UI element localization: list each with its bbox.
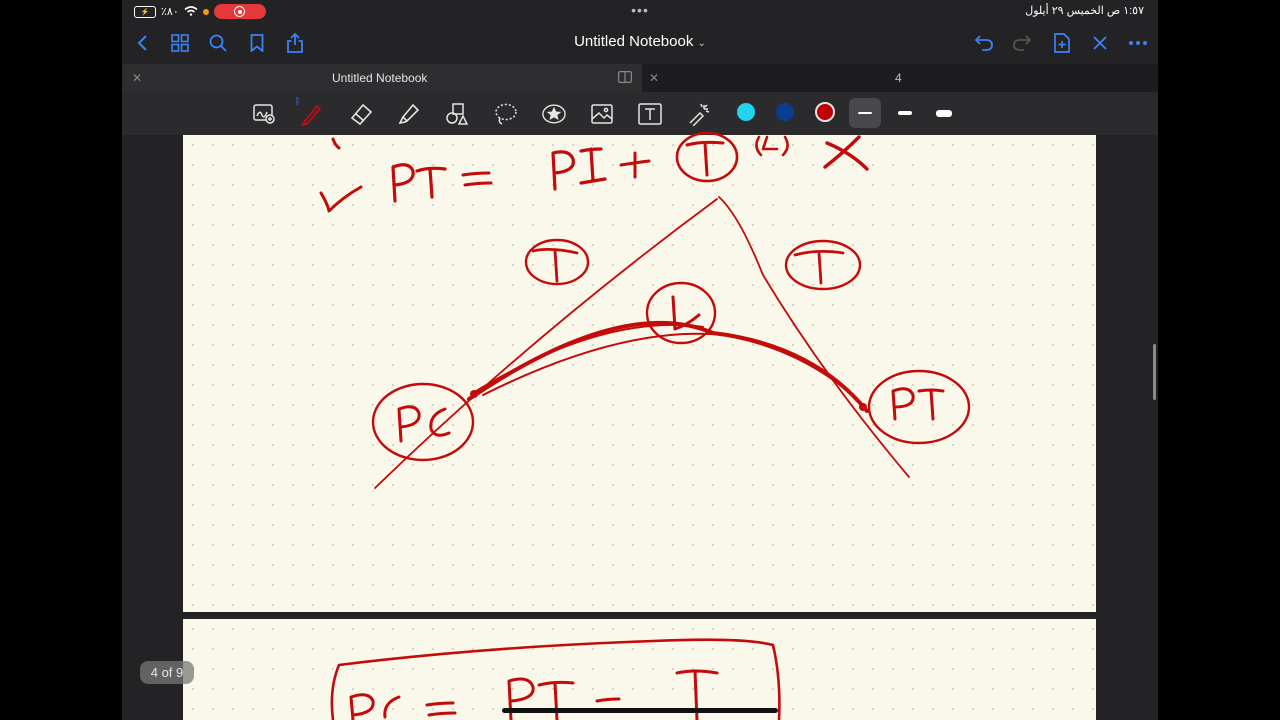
stroke-width-thin-icon [858, 112, 872, 114]
text-tool-icon[interactable] [638, 102, 662, 126]
color-swatch-cyan[interactable] [737, 103, 755, 121]
stroke-width-medium-icon[interactable] [898, 111, 912, 115]
split-view-icon[interactable] [618, 71, 633, 86]
page-indicator[interactable]: 4 of 9 [140, 661, 194, 684]
bluetooth-icon: ᛒ [295, 96, 301, 106]
color-swatch-red-selected[interactable] [815, 102, 835, 122]
redo-icon[interactable] [1010, 31, 1034, 55]
equals-sign [461, 171, 493, 187]
battery-level: ٪٨٠ [161, 6, 179, 18]
back-icon[interactable] [130, 31, 154, 55]
equals-sign [425, 701, 457, 717]
letter-c [383, 695, 401, 719]
forward-tangent-line [718, 196, 910, 478]
pen-tool-icon[interactable]: ᛒ [295, 96, 324, 126]
search-icon[interactable] [206, 31, 230, 55]
cross-mark [823, 135, 869, 171]
letter-p [349, 693, 375, 720]
close-icon[interactable] [1088, 31, 1112, 55]
letter-t-circled-top [685, 140, 725, 177]
nav-bar: Untitled Notebook ⌄ [122, 22, 1158, 62]
notebook-title-menu[interactable]: Untitled Notebook ⌄ [574, 33, 706, 50]
label-4-partial [755, 135, 789, 157]
tab-untitled-notebook[interactable]: ✕ Untitled Notebook [122, 64, 642, 92]
ink-stroke-partial [331, 137, 341, 150]
screen-recording-icon[interactable] [213, 4, 266, 19]
tab-close-icon[interactable]: ✕ [649, 71, 659, 85]
letter-p [391, 163, 415, 203]
letter-p-pc [397, 405, 421, 443]
handwriting-tool-icon[interactable] [252, 102, 276, 126]
letter-p-pt [891, 387, 915, 421]
status-bar: ⚡ ٪٨٠ ••• ١:٥٧ ص الخميس ٢٩ أيلول [122, 0, 1158, 22]
shapes-tool-icon[interactable] [445, 102, 469, 126]
minus-sign [595, 697, 621, 703]
circle-pc [371, 382, 475, 462]
check-mark [319, 185, 363, 213]
scrollbar[interactable] [1153, 344, 1156, 400]
tab-label: Untitled Notebook [332, 71, 428, 85]
sticker-tool-icon[interactable] [542, 102, 566, 126]
letter-t [537, 680, 575, 720]
tab-close-icon[interactable]: ✕ [132, 71, 142, 85]
letter-t-pt [917, 388, 945, 421]
lasso-tool-icon[interactable] [494, 102, 518, 126]
datetime: ١:٥٧ ص الخميس ٢٩ أيلول [1025, 5, 1144, 17]
status-left: ⚡ ٪٨٠ [134, 4, 266, 19]
highlighter-tool-icon[interactable] [397, 102, 421, 126]
image-tool-icon[interactable] [590, 102, 614, 126]
battery-icon: ⚡ [134, 5, 156, 18]
letter-t-right [793, 250, 845, 285]
notebook-page-5[interactable] [183, 619, 1096, 720]
tab-label: 4 [895, 71, 902, 85]
eraser-tool-icon[interactable] [349, 102, 373, 126]
letter-i [579, 147, 607, 185]
laser-pointer-icon[interactable] [687, 102, 711, 126]
letter-t [415, 166, 447, 199]
tab-4[interactable]: ✕ 4 [644, 64, 1158, 92]
circle-pt [867, 369, 971, 445]
letter-p-2 [507, 677, 535, 720]
plus-sign [619, 151, 651, 179]
handwriting-ink [319, 131, 971, 489]
pt-point [859, 403, 867, 411]
ipad-screen: ⚡ ٪٨٠ ••• ١:٥٧ ص الخميس ٢٩ أيلول Untitle… [122, 0, 1158, 720]
mic-indicator-icon [202, 8, 209, 15]
undo-icon[interactable] [972, 31, 996, 55]
notebook-page-4[interactable] [183, 131, 1096, 612]
notebook-title: Untitled Notebook [574, 33, 694, 50]
share-icon[interactable] [283, 31, 307, 55]
home-indicator[interactable] [502, 708, 778, 713]
color-swatch-navy[interactable] [776, 103, 794, 121]
chevron-down-icon: ⌄ [697, 38, 706, 49]
wifi-icon [184, 5, 198, 19]
letter-t-left [531, 248, 579, 283]
stroke-width-thick-icon[interactable] [936, 110, 952, 117]
thumbnails-icon[interactable] [168, 31, 192, 55]
add-page-icon[interactable] [1050, 31, 1074, 55]
circle-t-right [784, 239, 862, 291]
letter-p-2 [551, 150, 575, 191]
tab-bar: ✕ Untitled Notebook ✕ 4 [122, 64, 1158, 92]
multitasking-dots-icon[interactable]: ••• [631, 2, 649, 18]
handwriting-ink-page-5 [330, 638, 781, 720]
pc-point [470, 390, 478, 398]
bookmark-icon[interactable] [245, 31, 269, 55]
more-icon[interactable] [1126, 31, 1150, 55]
tool-bar: ᛒ [122, 92, 1158, 135]
